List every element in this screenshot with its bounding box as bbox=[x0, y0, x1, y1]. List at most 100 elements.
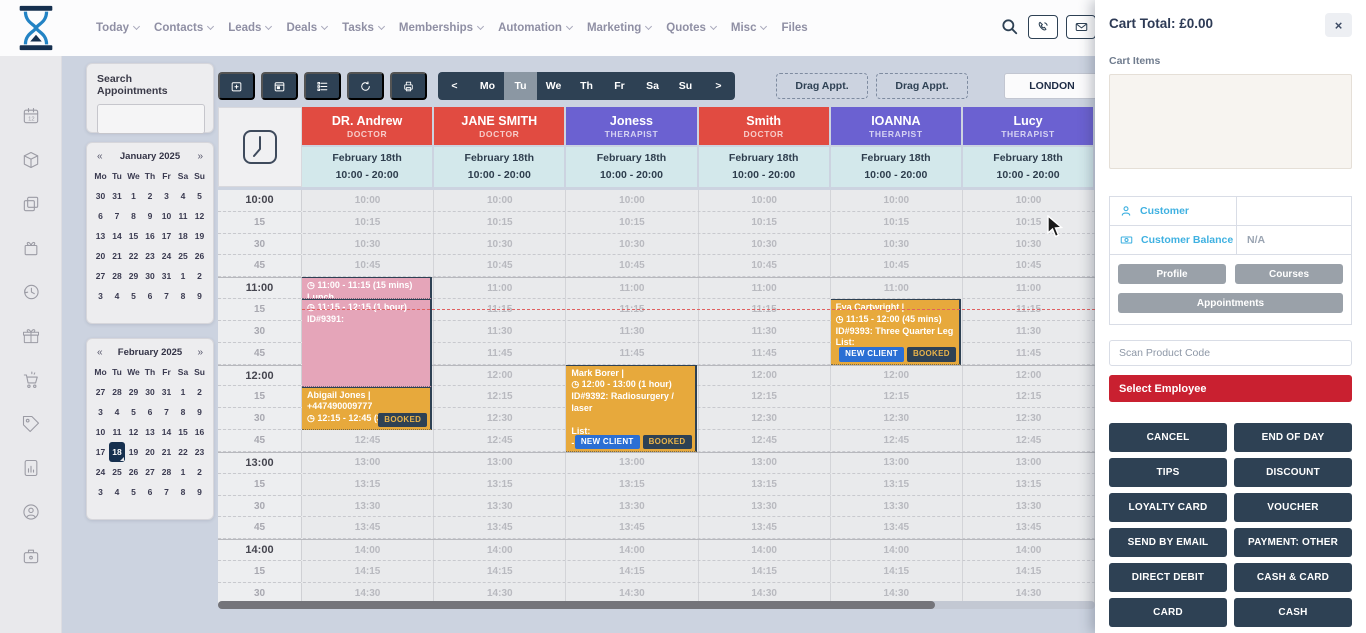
day-cell[interactable]: 2 bbox=[191, 266, 208, 286]
loyalty-card-button[interactable]: LOYALTY CARD bbox=[1109, 493, 1227, 522]
day-cell[interactable]: 30 bbox=[142, 266, 159, 286]
day-cell[interactable]: 6 bbox=[142, 402, 159, 422]
time-slot-cell[interactable]: 14:00 bbox=[831, 540, 963, 560]
day-cell[interactable]: 25 bbox=[109, 462, 126, 482]
time-slot-cell[interactable]: 14:15 bbox=[302, 561, 434, 582]
time-slot-cell[interactable]: 10:00 bbox=[963, 190, 1095, 211]
cash-card-button[interactable]: CASH & CARD bbox=[1234, 563, 1352, 592]
time-slot-cell[interactable]: 11:00 bbox=[831, 278, 963, 298]
day-cell[interactable]: 27 bbox=[92, 382, 109, 402]
select-employee-button[interactable]: Select Employee bbox=[1109, 375, 1352, 402]
time-slot-cell[interactable]: 13:30 bbox=[831, 496, 963, 517]
day-cell[interactable]: 13 bbox=[92, 226, 109, 246]
next-month-button[interactable]: » bbox=[197, 151, 203, 162]
nav-item-tasks[interactable]: Tasks bbox=[342, 22, 384, 34]
time-slot-cell[interactable]: 12:45 bbox=[434, 430, 566, 451]
time-slot-cell[interactable]: 13:15 bbox=[434, 474, 566, 495]
time-slot-cell[interactable]: 14:15 bbox=[963, 561, 1095, 582]
day-cell[interactable]: 4 bbox=[109, 402, 126, 422]
profile-button[interactable]: Profile bbox=[1118, 264, 1226, 284]
search-icon[interactable] bbox=[1000, 17, 1020, 37]
day-cell[interactable]: 1 bbox=[175, 462, 192, 482]
time-slot-cell[interactable]: 10:45 bbox=[831, 255, 963, 276]
time-slot-cell[interactable]: 10:15 bbox=[831, 212, 963, 233]
nav-item-quotes[interactable]: Quotes bbox=[666, 22, 716, 34]
day-cell[interactable]: 15 bbox=[175, 422, 192, 442]
day-button-th[interactable]: Th bbox=[570, 72, 603, 100]
day-cell[interactable]: 6 bbox=[142, 286, 159, 306]
time-slot-cell[interactable]: 13:15 bbox=[831, 474, 963, 495]
cash-button[interactable]: CASH bbox=[1234, 598, 1352, 627]
day-cell[interactable]: 29 bbox=[125, 266, 142, 286]
day-cell[interactable]: 3 bbox=[92, 286, 109, 306]
toolbar-refresh-button[interactable] bbox=[347, 72, 384, 100]
time-slot-cell[interactable]: 14:00 bbox=[963, 540, 1095, 560]
time-slot-cell[interactable]: 11:00 bbox=[566, 278, 698, 298]
day-cell[interactable]: 22 bbox=[175, 442, 192, 462]
day-cell[interactable]: 7 bbox=[158, 286, 175, 306]
sidebar-gift-icon[interactable] bbox=[21, 326, 41, 346]
time-slot-cell[interactable]: 10:45 bbox=[963, 255, 1095, 276]
day-cell[interactable]: 26 bbox=[125, 462, 142, 482]
day-cell[interactable]: 9 bbox=[191, 286, 208, 306]
day-cell[interactable]: 27 bbox=[92, 266, 109, 286]
day-button-tu[interactable]: Tu bbox=[504, 72, 537, 100]
day-button-fr[interactable]: Fr bbox=[603, 72, 636, 100]
time-slot-cell[interactable]: 11:30 bbox=[699, 321, 831, 342]
day-cell[interactable]: 27 bbox=[142, 462, 159, 482]
day-cell[interactable]: 7 bbox=[158, 402, 175, 422]
sidebar-duplicate-icon[interactable] bbox=[21, 194, 41, 214]
day-cell[interactable]: 14 bbox=[109, 226, 126, 246]
day-cell[interactable]: 20 bbox=[92, 246, 109, 266]
day-cell[interactable]: 12 bbox=[191, 206, 208, 226]
send-by-email-button[interactable]: SEND BY EMAIL bbox=[1109, 528, 1227, 557]
toolbar-calendar-view-button[interactable] bbox=[261, 72, 298, 100]
provider-header[interactable]: SmithDOCTOR bbox=[699, 107, 829, 145]
day-cell[interactable]: 8 bbox=[175, 402, 192, 422]
time-slot-cell[interactable]: 12:00 bbox=[831, 366, 963, 386]
time-slot-cell[interactable]: 13:30 bbox=[699, 496, 831, 517]
day-cell[interactable]: 10 bbox=[158, 206, 175, 226]
day-cell[interactable]: 5 bbox=[125, 482, 142, 502]
time-slot-cell[interactable]: 13:15 bbox=[963, 474, 1095, 495]
day-cell[interactable]: 29 bbox=[125, 382, 142, 402]
time-slot-cell[interactable]: 10:00 bbox=[434, 190, 566, 211]
time-slot-cell[interactable]: 10:45 bbox=[699, 255, 831, 276]
time-slot-cell[interactable]: 13:45 bbox=[699, 517, 831, 538]
day-cell[interactable]: 1 bbox=[175, 382, 192, 402]
appointment-block[interactable]: Eva Cartwright |◷ 11:15 - 12:00 (45 mins… bbox=[831, 299, 961, 365]
time-slot-cell[interactable]: 12:30 bbox=[831, 408, 963, 429]
day-cell[interactable]: 3 bbox=[158, 186, 175, 206]
provider-header[interactable]: JANE SMITHDOCTOR bbox=[434, 107, 564, 145]
toolbar-print-button[interactable] bbox=[390, 72, 427, 100]
time-slot-cell[interactable]: 10:45 bbox=[566, 255, 698, 276]
day-cell[interactable]: 16 bbox=[142, 226, 159, 246]
day-cell[interactable]: 14 bbox=[158, 422, 175, 442]
next-month-button[interactable]: » bbox=[197, 347, 203, 358]
prev-month-button[interactable]: « bbox=[97, 151, 103, 162]
time-slot-cell[interactable]: 10:45 bbox=[434, 255, 566, 276]
day-cell[interactable]: 24 bbox=[92, 462, 109, 482]
time-slot-cell[interactable]: 12:00 bbox=[699, 366, 831, 386]
time-slot-cell[interactable]: 13:00 bbox=[963, 453, 1095, 473]
time-slot-cell[interactable]: 14:00 bbox=[302, 540, 434, 560]
time-slot-cell[interactable]: 13:45 bbox=[302, 517, 434, 538]
time-slot-cell[interactable]: 12:15 bbox=[434, 386, 566, 407]
day-cell[interactable]: 21 bbox=[158, 442, 175, 462]
day-cell[interactable]: 5 bbox=[125, 286, 142, 306]
horizontal-scrollbar[interactable] bbox=[218, 601, 1095, 609]
time-slot-cell[interactable]: 11:15 bbox=[566, 299, 698, 320]
close-icon[interactable]: × bbox=[1325, 13, 1352, 37]
appointment-block[interactable]: Abigail Jones |+447490009777◷ 12:15 - 12… bbox=[302, 387, 432, 431]
phone-button[interactable] bbox=[1028, 15, 1058, 39]
nav-item-misc[interactable]: Misc bbox=[731, 22, 767, 34]
day-cell[interactable]: 20 bbox=[142, 442, 159, 462]
time-slot-cell[interactable]: 13:45 bbox=[831, 517, 963, 538]
time-slot-cell[interactable]: 13:45 bbox=[963, 517, 1095, 538]
time-slot-cell[interactable]: 11:00 bbox=[434, 278, 566, 298]
time-slot-cell[interactable]: 13:45 bbox=[566, 517, 698, 538]
time-slot-cell[interactable]: 12:00 bbox=[963, 366, 1095, 386]
day-cell[interactable]: 22 bbox=[125, 246, 142, 266]
time-slot-cell[interactable]: 10:30 bbox=[434, 234, 566, 255]
time-slot-cell[interactable]: 10:00 bbox=[831, 190, 963, 211]
